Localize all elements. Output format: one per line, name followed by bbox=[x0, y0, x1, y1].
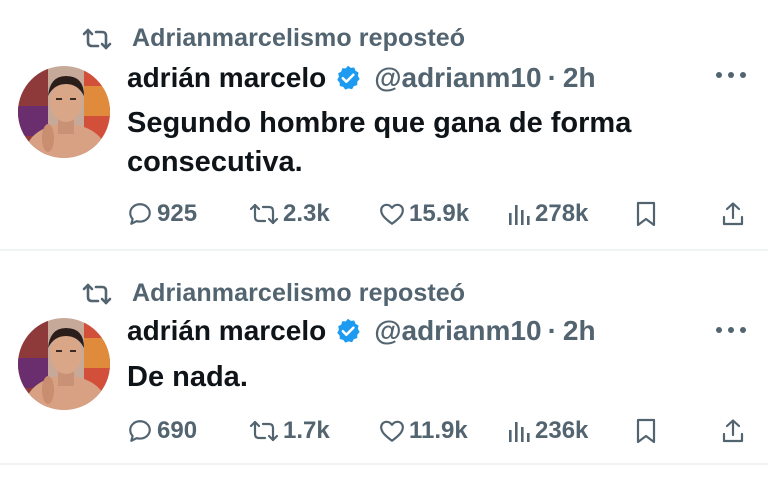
repost-button[interactable]: 1.7k bbox=[249, 413, 330, 449]
timestamp[interactable]: 2h bbox=[563, 315, 596, 347]
share-button[interactable] bbox=[721, 196, 745, 232]
tweet[interactable]: Adrianmarcelismo reposteó adrián marcelo… bbox=[0, 0, 768, 249]
bookmark-icon bbox=[635, 201, 657, 227]
action-bar: 690 1.7k 11.9k 236k bbox=[127, 413, 752, 449]
tweet[interactable]: Adrianmarcelismo reposteó adrián marcelo… bbox=[0, 251, 768, 463]
share-button[interactable] bbox=[721, 413, 745, 449]
tweet-text: De nada. bbox=[127, 361, 248, 393]
repost-context[interactable]: Adrianmarcelismo reposteó bbox=[82, 279, 465, 308]
repost-icon bbox=[82, 282, 112, 306]
reply-count: 690 bbox=[157, 417, 198, 444]
like-count: 15.9k bbox=[409, 200, 470, 227]
verified-badge-icon bbox=[334, 317, 362, 345]
bookmark-button[interactable] bbox=[635, 413, 657, 449]
separator-dot: · bbox=[547, 315, 557, 346]
more-icon[interactable] bbox=[716, 327, 746, 337]
share-icon bbox=[721, 201, 745, 227]
views-count: 236k bbox=[535, 417, 589, 444]
repost-context[interactable]: Adrianmarcelismo reposteó bbox=[82, 24, 465, 53]
reply-count: 925 bbox=[157, 200, 198, 227]
views-icon bbox=[507, 201, 531, 227]
timestamp[interactable]: 2h bbox=[563, 62, 596, 94]
views-icon bbox=[507, 418, 531, 444]
tweet-header: adrián marcelo @adrianm10 · 2h bbox=[127, 62, 596, 94]
handle[interactable]: @adrianm10 bbox=[374, 62, 541, 94]
action-bar: 925 2.3k 15.9k 278k bbox=[127, 196, 752, 232]
repost-label: Adrianmarcelismo reposteó bbox=[132, 24, 466, 52]
like-icon bbox=[379, 419, 405, 443]
bookmark-icon bbox=[635, 418, 657, 444]
like-button[interactable]: 11.9k bbox=[379, 413, 468, 449]
tweet-header: adrián marcelo @adrianm10 · 2h bbox=[127, 315, 596, 347]
verified-badge-icon bbox=[334, 64, 362, 92]
more-icon[interactable] bbox=[716, 72, 746, 82]
repost-count: 1.7k bbox=[283, 417, 330, 444]
reply-button[interactable]: 925 bbox=[127, 196, 197, 232]
repost-icon bbox=[249, 419, 279, 443]
like-button[interactable]: 15.9k bbox=[379, 196, 469, 232]
reply-button[interactable]: 690 bbox=[127, 413, 197, 449]
tweet-text: Segundo hombre que gana de forma consecu… bbox=[127, 107, 632, 178]
like-count: 11.9k bbox=[409, 417, 468, 444]
avatar[interactable] bbox=[18, 66, 110, 158]
repost-icon bbox=[249, 202, 279, 226]
separator-dot: · bbox=[547, 62, 557, 93]
display-name[interactable]: adrián marcelo bbox=[127, 315, 326, 347]
reply-icon bbox=[127, 418, 153, 444]
views-count: 278k bbox=[535, 200, 589, 227]
repost-count: 2.3k bbox=[283, 200, 330, 227]
repost-icon bbox=[82, 27, 112, 51]
avatar[interactable] bbox=[18, 318, 110, 410]
divider bbox=[0, 463, 768, 465]
views-button[interactable]: 278k bbox=[507, 196, 588, 232]
handle[interactable]: @adrianm10 bbox=[374, 315, 541, 347]
repost-label: Adrianmarcelismo reposteó bbox=[132, 279, 466, 307]
reply-icon bbox=[127, 201, 153, 227]
views-button[interactable]: 236k bbox=[507, 413, 588, 449]
repost-button[interactable]: 2.3k bbox=[249, 196, 330, 232]
bookmark-button[interactable] bbox=[635, 196, 657, 232]
display-name[interactable]: adrián marcelo bbox=[127, 62, 326, 94]
like-icon bbox=[379, 202, 405, 226]
share-icon bbox=[721, 418, 745, 444]
